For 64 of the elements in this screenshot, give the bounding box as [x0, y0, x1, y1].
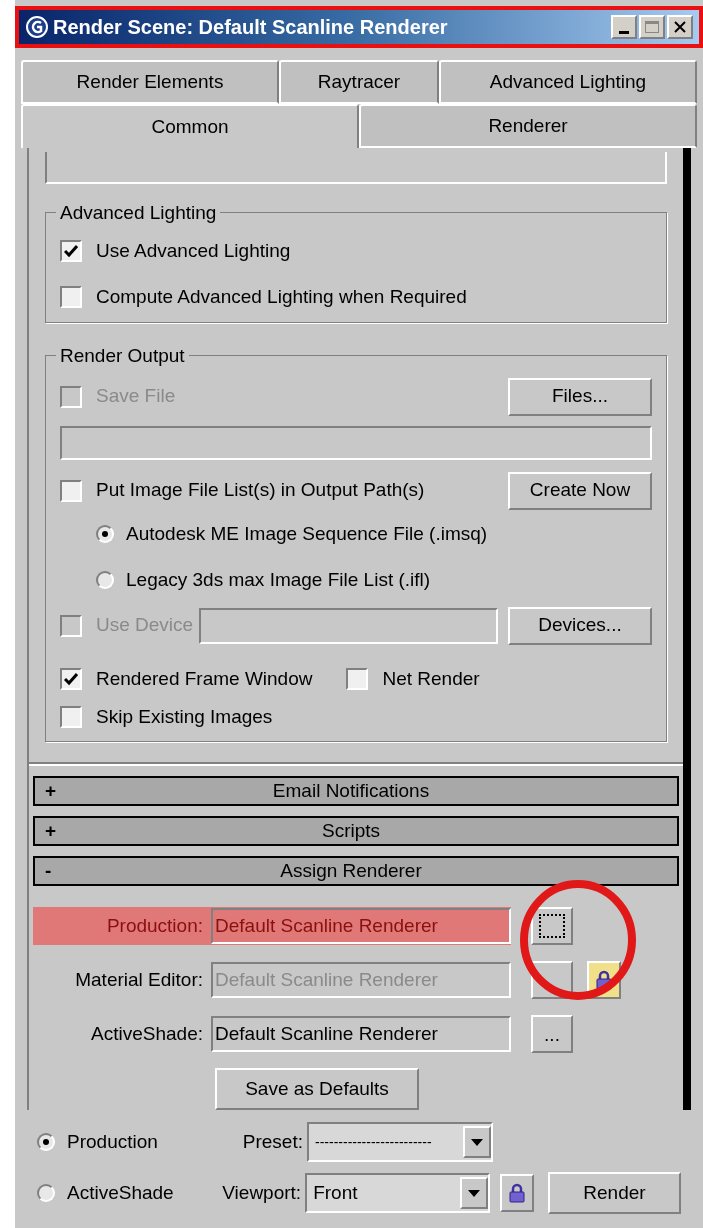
- rollout-header[interactable]: + Scripts: [33, 816, 679, 846]
- lock-button[interactable]: [499, 1174, 534, 1212]
- render-button[interactable]: Render: [547, 1172, 681, 1214]
- rollout-header[interactable]: - Assign Renderer: [33, 856, 679, 886]
- checkbox[interactable]: [346, 667, 369, 690]
- checkbox[interactable]: [60, 479, 82, 502]
- expand-sign: -: [45, 858, 53, 883]
- tab[interactable]: Raytracer: [279, 60, 439, 104]
- radio-button[interactable]: [37, 1184, 55, 1202]
- device-field[interactable]: [199, 607, 498, 644]
- checkbox-label: Net Render: [382, 666, 480, 691]
- tab[interactable]: Advanced Lighting: [439, 60, 697, 104]
- lock-icon: [508, 1183, 525, 1203]
- browse-button[interactable]: ...: [531, 1015, 573, 1053]
- app-icon: [25, 15, 49, 39]
- checkbox-label: Put Image File List(s) in Output Path(s): [96, 478, 425, 503]
- rollout-title: Scripts: [320, 818, 382, 843]
- rollout-header[interactable]: + Email Notifications: [33, 776, 679, 806]
- field-label: Material Editor:: [74, 967, 204, 992]
- checkmark-icon: [64, 243, 78, 258]
- tab[interactable]: Common: [21, 104, 359, 148]
- checkbox-label: Save File: [96, 384, 176, 409]
- window-title: Render Scene: Default Scanline Renderer: [53, 15, 448, 40]
- checkbox[interactable]: [60, 667, 82, 690]
- checkbox-label: Skip Existing Images: [96, 705, 273, 730]
- checkbox-label: Rendered Frame Window: [96, 666, 313, 691]
- field-label: Production:: [105, 913, 204, 938]
- radio-label: Legacy 3ds max Image File List (.ifl): [126, 568, 431, 593]
- tab[interactable]: Renderer: [359, 104, 697, 148]
- checkbox[interactable]: [60, 706, 82, 729]
- viewport-label: Viewport:: [221, 1180, 303, 1205]
- preset-label: Preset:: [241, 1129, 304, 1154]
- files-button[interactable]: Files...: [508, 377, 652, 416]
- checkbox[interactable]: [60, 286, 82, 309]
- rollout-title: Email Notifications: [271, 778, 431, 803]
- renderer-field[interactable]: Default Scanline Renderer: [211, 1016, 511, 1052]
- checkbox-label: Use Advanced Lighting: [96, 238, 291, 263]
- tab[interactable]: Render Elements: [21, 60, 279, 104]
- lock-icon: [596, 970, 612, 990]
- expand-sign: +: [45, 818, 58, 843]
- close-button[interactable]: [667, 15, 693, 39]
- radio-button[interactable]: [96, 571, 114, 590]
- rollout-title: Assign Renderer: [279, 858, 423, 883]
- radio-label: Autodesk ME Image Sequence File (.imsq): [126, 521, 488, 546]
- save-defaults-button[interactable]: Save as Defaults: [215, 1068, 419, 1110]
- radio-button[interactable]: [37, 1133, 55, 1151]
- radio-label: ActiveShade: [67, 1180, 174, 1205]
- radio-button[interactable]: [96, 524, 114, 543]
- viewport-dropdown[interactable]: Front: [305, 1173, 490, 1213]
- maximize-button[interactable]: [639, 15, 665, 39]
- output-path-field[interactable]: [60, 425, 652, 460]
- radio-label: Production: [67, 1129, 158, 1154]
- minimize-button[interactable]: [611, 15, 637, 39]
- devices-button[interactable]: Devices...: [508, 606, 652, 645]
- close-icon: [674, 21, 686, 33]
- field-label: ActiveShade:: [90, 1021, 204, 1046]
- checkbox[interactable]: [60, 239, 82, 262]
- create-now-button[interactable]: Create Now: [508, 471, 652, 510]
- checkbox-label: Use Device: [96, 613, 194, 638]
- checkmark-icon: [64, 671, 78, 686]
- browse-button[interactable]: [531, 907, 573, 945]
- preset-dropdown[interactable]: -------------------------: [307, 1122, 493, 1162]
- expand-sign: +: [45, 778, 58, 803]
- checkbox-label: Compute Advanced Lighting when Required: [96, 285, 467, 310]
